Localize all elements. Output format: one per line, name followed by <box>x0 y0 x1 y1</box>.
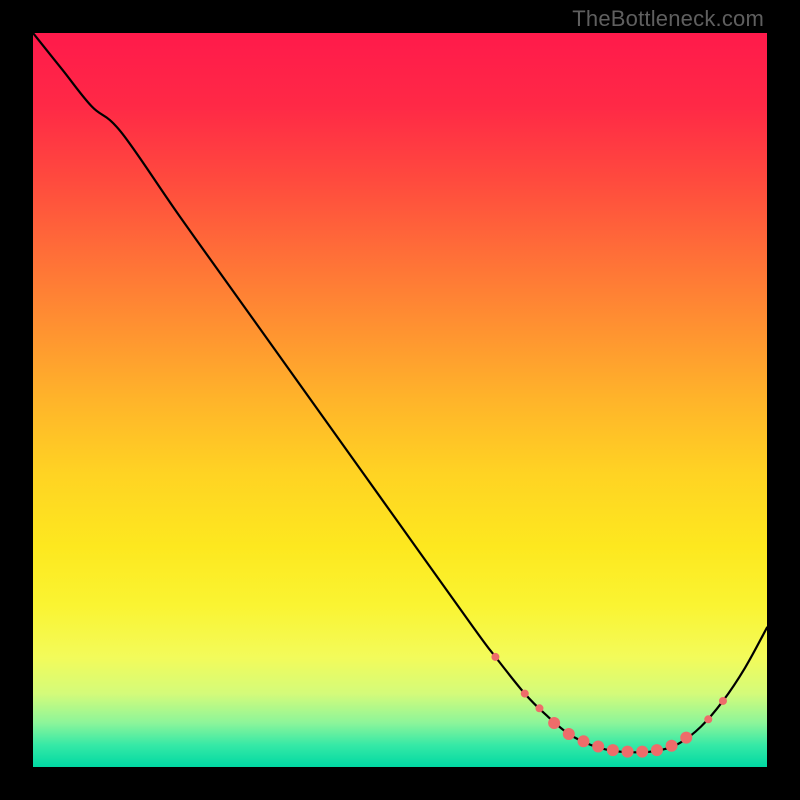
data-marker <box>548 717 560 729</box>
data-marker <box>563 728 575 740</box>
watermark-text: TheBottleneck.com <box>572 6 764 32</box>
data-marker <box>521 690 529 698</box>
data-marker <box>704 715 712 723</box>
data-marker <box>719 697 727 705</box>
data-marker <box>651 744 663 756</box>
chart-svg <box>33 33 767 767</box>
data-marker <box>592 740 604 752</box>
gradient-background <box>33 33 767 767</box>
data-marker <box>622 746 634 758</box>
data-marker <box>491 653 499 661</box>
chart-frame <box>33 33 767 767</box>
data-marker <box>636 746 648 758</box>
data-marker <box>666 740 678 752</box>
data-marker <box>607 744 619 756</box>
data-marker <box>680 732 692 744</box>
data-marker <box>535 704 543 712</box>
data-marker <box>578 735 590 747</box>
